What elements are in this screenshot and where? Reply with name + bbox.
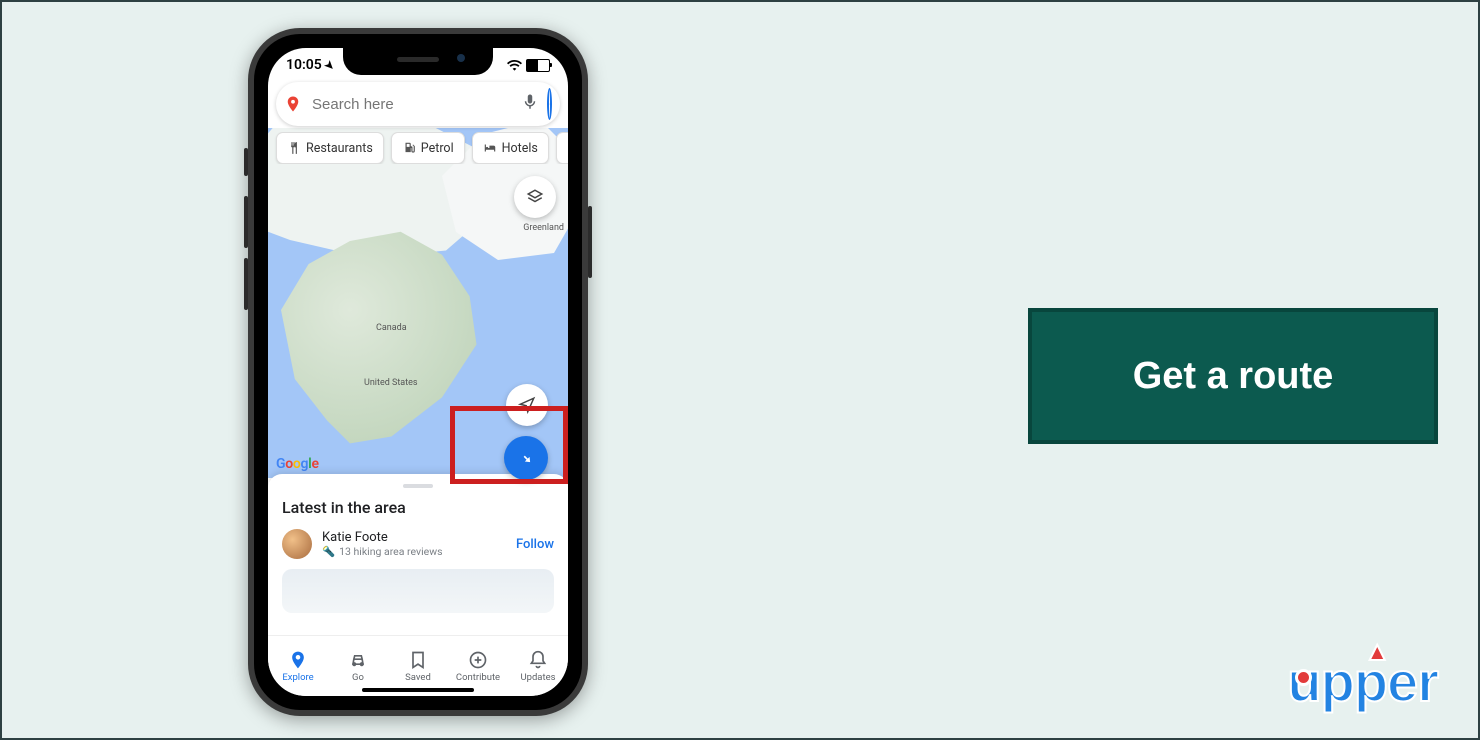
phone-bezel: 10:05 ➤ bbox=[254, 34, 582, 710]
status-bar: 10:05 ➤ bbox=[268, 50, 568, 80]
chip-label: Hotels bbox=[502, 141, 538, 156]
status-time: 10:05 bbox=[286, 57, 322, 73]
mute-switch bbox=[244, 148, 248, 176]
battery-icon bbox=[526, 59, 550, 72]
nav-explore[interactable]: Explore bbox=[268, 636, 328, 696]
feed-photo-card[interactable] bbox=[282, 569, 554, 613]
status-right bbox=[507, 59, 550, 72]
bottom-sheet[interactable]: Latest in the area Katie Foote 🔦 13 hiki… bbox=[268, 474, 568, 636]
microphone-icon[interactable] bbox=[521, 93, 539, 115]
upper-logo: upp▲er bbox=[1287, 649, 1438, 714]
wifi-icon bbox=[507, 59, 522, 71]
logo-arrow-icon: ▲ bbox=[1364, 636, 1389, 667]
chip-restaurants[interactable]: Restaurants bbox=[276, 132, 384, 164]
contributor-meta: Katie Foote 🔦 13 hiking area reviews bbox=[322, 530, 506, 558]
search-bar[interactable] bbox=[276, 82, 560, 126]
contributor-name: Katie Foote bbox=[322, 530, 506, 545]
phone-screen: 10:05 ➤ bbox=[268, 48, 568, 696]
nav-contribute[interactable]: Contribute bbox=[448, 636, 508, 696]
plus-circle-icon bbox=[468, 650, 488, 670]
my-location-button[interactable] bbox=[506, 384, 548, 426]
layers-icon bbox=[526, 188, 544, 206]
bell-icon bbox=[528, 650, 548, 670]
layers-button[interactable] bbox=[514, 176, 556, 218]
flashlight-icon: 🔦 bbox=[322, 545, 335, 558]
sheet-title: Latest in the area bbox=[282, 498, 554, 517]
google-maps-pin-icon bbox=[284, 95, 302, 113]
location-services-icon: ➤ bbox=[322, 57, 338, 73]
nav-label: Updates bbox=[520, 672, 555, 683]
fork-knife-icon bbox=[287, 141, 301, 155]
volume-down bbox=[244, 258, 248, 310]
home-indicator[interactable] bbox=[362, 688, 474, 692]
chip-petrol[interactable]: Petrol bbox=[391, 132, 465, 164]
feed-post[interactable]: Katie Foote 🔦 13 hiking area reviews Fol… bbox=[282, 529, 554, 559]
google-watermark: Google bbox=[276, 456, 319, 472]
chip-label: Restaurants bbox=[306, 141, 373, 156]
shopping-cart-icon bbox=[567, 141, 568, 155]
map-label-greenland: Greenland bbox=[523, 223, 564, 233]
nav-label: Contribute bbox=[456, 672, 500, 683]
directions-icon bbox=[512, 444, 540, 472]
nav-label: Go bbox=[352, 672, 364, 683]
nav-label: Saved bbox=[405, 672, 431, 683]
phone-frame: 10:05 ➤ bbox=[248, 28, 588, 716]
callout-banner: Get a route bbox=[1028, 308, 1438, 444]
nav-saved[interactable]: Saved bbox=[388, 636, 448, 696]
nav-updates[interactable]: Updates bbox=[508, 636, 568, 696]
follow-button[interactable]: Follow bbox=[516, 537, 554, 552]
contributor-sub-text: 13 hiking area reviews bbox=[339, 545, 442, 558]
logo-letter-u: u bbox=[1287, 649, 1320, 714]
map-label-us: United States bbox=[364, 378, 418, 388]
category-chip-row[interactable]: Restaurants Petrol Hotels Groceries bbox=[268, 132, 568, 164]
logo-dot-icon bbox=[1295, 669, 1312, 686]
bed-icon bbox=[483, 141, 497, 155]
account-avatar-button[interactable] bbox=[547, 88, 552, 120]
chip-hotels[interactable]: Hotels bbox=[472, 132, 549, 164]
nav-label: Explore bbox=[282, 672, 313, 683]
tutorial-slide: 10:05 ➤ bbox=[0, 0, 1480, 740]
power-button bbox=[588, 206, 592, 278]
contributor-subtitle: 🔦 13 hiking area reviews bbox=[322, 545, 506, 558]
chip-label: Petrol bbox=[421, 141, 454, 156]
location-arrow-icon bbox=[518, 396, 536, 414]
car-icon bbox=[348, 650, 368, 670]
callout-text: Get a route bbox=[1133, 355, 1334, 398]
search-input[interactable] bbox=[310, 95, 513, 114]
contributor-avatar[interactable] bbox=[282, 529, 312, 559]
volume-up bbox=[244, 196, 248, 248]
pin-icon bbox=[288, 650, 308, 670]
directions-button[interactable] bbox=[504, 436, 548, 480]
gas-pump-icon bbox=[402, 141, 416, 155]
nav-go[interactable]: Go bbox=[328, 636, 388, 696]
status-left: 10:05 ➤ bbox=[286, 57, 334, 73]
sheet-drag-handle[interactable] bbox=[403, 484, 433, 488]
map-label-canada: Canada bbox=[376, 323, 407, 333]
bookmark-icon bbox=[408, 650, 428, 670]
bottom-nav: Explore Go Saved Contribute bbox=[268, 635, 568, 696]
chip-groceries[interactable]: Groceries bbox=[556, 132, 568, 164]
